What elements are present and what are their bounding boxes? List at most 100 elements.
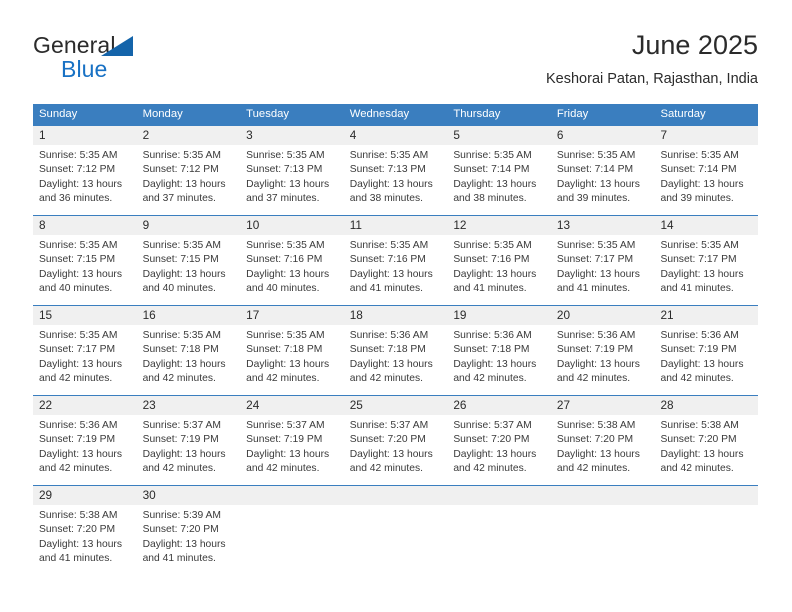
day-cell[interactable]: Sunrise: 5:35 AM Sunset: 7:16 PM Dayligh… (240, 235, 344, 305)
day-cell-empty (240, 505, 344, 575)
general-blue-logo[interactable]: General Blue (33, 32, 253, 90)
daylight-text-line2: and 42 minutes. (349, 463, 424, 475)
daylight-text-line2: and 39 minutes. (660, 193, 734, 205)
day-cell[interactable]: Sunrise: 5:38 AM Sunset: 7:20 PM Dayligh… (551, 415, 655, 485)
sunrise-text: Sunrise: 5:35 AM (39, 330, 118, 341)
daylight-text-line1: Daylight: 13 hours (453, 448, 537, 460)
sunset-text: Sunset: 7:20 PM (556, 434, 634, 446)
daylight-text-line1: Daylight: 13 hours (453, 358, 537, 370)
daylight-text-line1: Daylight: 13 hours (349, 268, 433, 280)
week-detail-row: Sunrise: 5:38 AM Sunset: 7:20 PM Dayligh… (33, 505, 758, 575)
sunset-text: Sunset: 7:13 PM (246, 164, 323, 176)
page-title: June 2025 (631, 30, 758, 60)
week-date-band: 29 30 (33, 486, 758, 505)
daylight-text-line2: and 42 minutes. (39, 373, 113, 385)
logo-triangle-icon (101, 36, 133, 56)
sunrise-text: Sunrise: 5:35 AM (349, 150, 429, 161)
day-cell[interactable]: Sunrise: 5:36 AM Sunset: 7:19 PM Dayligh… (551, 325, 655, 395)
day-number: 29 (39, 488, 53, 502)
day-cell[interactable]: Sunrise: 5:35 AM Sunset: 7:17 PM Dayligh… (654, 235, 758, 305)
day-number: 21 (660, 308, 674, 322)
calendar-grid: Sunday Monday Tuesday Wednesday Thursday… (33, 104, 758, 575)
daylight-text-line1: Daylight: 13 hours (39, 358, 122, 370)
day-cell[interactable]: Sunrise: 5:35 AM Sunset: 7:13 PM Dayligh… (344, 145, 448, 215)
sunset-text: Sunset: 7:13 PM (349, 164, 426, 176)
day-cell[interactable]: Sunrise: 5:35 AM Sunset: 7:18 PM Dayligh… (240, 325, 344, 395)
week-detail-row: Sunrise: 5:35 AM Sunset: 7:15 PM Dayligh… (33, 235, 758, 305)
day-cell[interactable]: Sunrise: 5:36 AM Sunset: 7:19 PM Dayligh… (33, 415, 137, 485)
day-cell[interactable]: Sunrise: 5:36 AM Sunset: 7:18 PM Dayligh… (447, 325, 551, 395)
day-cell[interactable]: Sunrise: 5:35 AM Sunset: 7:16 PM Dayligh… (344, 235, 448, 305)
daylight-text-line2: and 38 minutes. (349, 193, 424, 205)
day-number-empty (344, 486, 448, 505)
sunset-text: Sunset: 7:19 PM (39, 434, 116, 446)
sunrise-text: Sunrise: 5:35 AM (39, 240, 118, 251)
day-number: 27 (556, 398, 571, 412)
day-cell[interactable]: Sunrise: 5:35 AM Sunset: 7:17 PM Dayligh… (33, 325, 137, 395)
daylight-text-line2: and 41 minutes. (660, 283, 734, 295)
day-cell[interactable]: Sunrise: 5:35 AM Sunset: 7:15 PM Dayligh… (33, 235, 137, 305)
day-number: 23 (142, 398, 156, 412)
daylight-text-line2: and 39 minutes. (556, 193, 631, 205)
sunrise-text: Sunrise: 5:35 AM (556, 150, 636, 161)
day-cell[interactable]: Sunrise: 5:35 AM Sunset: 7:12 PM Dayligh… (137, 145, 241, 215)
day-cell[interactable]: Sunrise: 5:37 AM Sunset: 7:19 PM Dayligh… (240, 415, 344, 485)
day-cell-empty (551, 505, 655, 575)
day-cell[interactable]: Sunrise: 5:35 AM Sunset: 7:18 PM Dayligh… (137, 325, 241, 395)
daylight-text-line1: Daylight: 13 hours (246, 268, 330, 280)
day-cell-empty (654, 505, 758, 575)
day-cell[interactable]: Sunrise: 5:36 AM Sunset: 7:19 PM Dayligh… (654, 325, 758, 395)
sunrise-text: Sunrise: 5:35 AM (246, 240, 325, 251)
day-cell[interactable]: Sunrise: 5:35 AM Sunset: 7:15 PM Dayligh… (137, 235, 241, 305)
daylight-text-line1: Daylight: 13 hours (349, 448, 433, 460)
sunrise-text: Sunrise: 5:37 AM (246, 420, 325, 431)
sunrise-text: Sunrise: 5:38 AM (660, 420, 739, 431)
daylight-text-line1: Daylight: 13 hours (142, 358, 226, 370)
daylight-text-line1: Daylight: 13 hours (246, 358, 330, 370)
sunset-text: Sunset: 7:18 PM (453, 344, 530, 356)
day-cell-empty (344, 505, 448, 575)
day-number: 18 (349, 308, 363, 322)
sunrise-text: Sunrise: 5:37 AM (349, 420, 429, 431)
day-number: 12 (453, 218, 467, 232)
sunrise-text: Sunrise: 5:35 AM (246, 330, 325, 341)
day-cell[interactable]: Sunrise: 5:37 AM Sunset: 7:20 PM Dayligh… (344, 415, 448, 485)
day-cell[interactable]: Sunrise: 5:35 AM Sunset: 7:13 PM Dayligh… (240, 145, 344, 215)
day-cell[interactable]: Sunrise: 5:35 AM Sunset: 7:17 PM Dayligh… (551, 235, 655, 305)
daylight-text-line1: Daylight: 13 hours (142, 268, 226, 280)
day-number: 15 (39, 308, 53, 322)
day-cell[interactable]: Sunrise: 5:35 AM Sunset: 7:14 PM Dayligh… (551, 145, 655, 215)
daylight-text-line2: and 41 minutes. (453, 283, 527, 295)
daylight-text-line2: and 40 minutes. (142, 283, 216, 295)
daylight-text-line1: Daylight: 13 hours (39, 538, 122, 550)
day-cell[interactable]: Sunrise: 5:35 AM Sunset: 7:12 PM Dayligh… (33, 145, 137, 215)
day-number-empty (447, 486, 551, 505)
daylight-text-line2: and 42 minutes. (556, 373, 631, 385)
day-cell[interactable]: Sunrise: 5:38 AM Sunset: 7:20 PM Dayligh… (33, 505, 137, 575)
sunset-text: Sunset: 7:15 PM (142, 254, 219, 266)
sunset-text: Sunset: 7:20 PM (39, 524, 116, 536)
day-cell[interactable]: Sunrise: 5:37 AM Sunset: 7:20 PM Dayligh… (447, 415, 551, 485)
day-number: 2 (142, 128, 150, 142)
day-cell[interactable]: Sunrise: 5:35 AM Sunset: 7:14 PM Dayligh… (654, 145, 758, 215)
sunset-text: Sunset: 7:20 PM (453, 434, 530, 446)
daylight-text-line2: and 42 minutes. (660, 373, 734, 385)
day-cell[interactable]: Sunrise: 5:37 AM Sunset: 7:19 PM Dayligh… (137, 415, 241, 485)
day-number: 28 (660, 398, 674, 412)
daylight-text-line2: and 38 minutes. (453, 193, 527, 205)
day-cell-empty (447, 505, 551, 575)
day-number: 16 (142, 308, 156, 322)
day-number: 6 (556, 128, 564, 142)
day-cell[interactable]: Sunrise: 5:35 AM Sunset: 7:14 PM Dayligh… (447, 145, 551, 215)
sunrise-text: Sunrise: 5:37 AM (142, 420, 221, 431)
day-cell[interactable]: Sunrise: 5:35 AM Sunset: 7:16 PM Dayligh… (447, 235, 551, 305)
day-cell[interactable]: Sunrise: 5:38 AM Sunset: 7:20 PM Dayligh… (654, 415, 758, 485)
calendar-week-row: 1 2 3 4 5 6 7 Sunrise: 5:35 AM Sunset: 7… (33, 125, 758, 215)
sunrise-text: Sunrise: 5:36 AM (556, 330, 636, 341)
day-cell[interactable]: Sunrise: 5:39 AM Sunset: 7:20 PM Dayligh… (137, 505, 241, 575)
week-date-band: 1 2 3 4 5 6 7 (33, 126, 758, 145)
logo-text-blue: Blue (61, 56, 108, 82)
day-cell[interactable]: Sunrise: 5:36 AM Sunset: 7:18 PM Dayligh… (344, 325, 448, 395)
sunset-text: Sunset: 7:17 PM (39, 344, 116, 356)
daylight-text-line2: and 41 minutes. (349, 283, 424, 295)
